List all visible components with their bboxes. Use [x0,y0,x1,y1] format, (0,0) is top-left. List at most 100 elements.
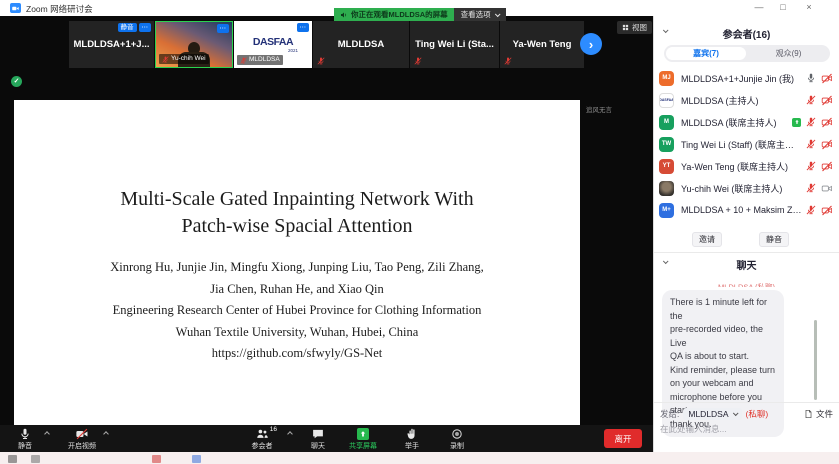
chat-message-input[interactable] [660,424,832,434]
camera-off-icon[interactable] [821,161,833,172]
chat-sender-partial: MLDLDSA (私聊) [684,281,809,287]
mute-options-chevron[interactable] [44,431,50,437]
tab-panelists[interactable]: 嘉宾(7) [666,47,746,60]
mic-off-icon [414,57,422,65]
chat-scrollbar[interactable] [814,320,817,400]
video-tile-self[interactable]: MLDLDSA+1+J... 静音 ⋯ [69,21,154,68]
shared-slide: Multi-Scale Gated Inpainting Network Wit… [14,100,580,425]
more-options-icon[interactable]: ⋯ [217,24,230,33]
leave-button[interactable]: 离开 [604,429,642,448]
camera-off-icon[interactable] [821,73,833,84]
participants-panel: 参会者(16) 嘉宾(7) 观众(9) MJ MLDLDSA+1+Junjie … [653,16,839,452]
chat-button[interactable]: 聊天 [311,428,325,451]
view-options-button[interactable]: 查看选项 [454,8,506,21]
watermark-text: 追风无言 [586,104,612,114]
mic-off-icon[interactable] [806,161,816,171]
participants-header: 参会者(16) [654,26,839,41]
camera-off-icon[interactable] [821,205,833,216]
avatar: M+ [659,203,674,218]
chat-input-area: 发给: MLDLDSA (私聊) 文件 [654,402,839,434]
participant-row[interactable]: M+ MLDLDSA + 10 + Maksim Zhuravs... [654,199,839,221]
participant-row[interactable]: Yu-chih Wei (联席主持人) [654,177,839,199]
panel-divider [654,252,839,253]
record-icon [451,428,463,440]
mic-off-icon[interactable] [806,95,816,105]
taskbar-icon[interactable] [152,455,161,463]
chevron-down-icon [495,11,501,17]
watching-indicator: 你正在观看MLDLDSA的屏幕 [334,8,454,21]
mic-off-icon[interactable] [806,139,816,149]
mic-off-icon[interactable] [806,117,816,127]
mic-on-icon[interactable] [806,73,816,83]
avatar: TW [659,137,674,152]
participant-row[interactable]: YT Ya-Wen Teng (联席主持人) [654,155,839,177]
record-button[interactable]: 录制 [450,428,464,451]
video-tile-yu-chih-wei[interactable]: ⋯ Yu-chih Wei [155,21,233,68]
raise-hand-button[interactable]: 举手 [405,428,419,451]
tile-name-chip: Yu-chih Wei [159,54,209,64]
minimize-button[interactable]: — [752,2,766,12]
mute-badge[interactable]: 静音 [118,23,137,32]
camera-on-icon[interactable] [821,183,833,194]
tile-name-chip: MLDLDSA [237,55,283,65]
zoom-window: Zoom 网络研讨会 — □ × 你正在观看MLDLDSA的屏幕 查看选项 ML… [0,0,839,464]
zoom-app-icon [10,3,21,13]
file-button[interactable]: 文件 [804,408,833,420]
control-toolbar: 静音 开启视频 16 参会者 聊天 共享屏幕 [0,425,653,452]
next-page-arrow-button[interactable]: › [580,33,602,55]
mute-button-panel[interactable]: 静音 [759,232,789,247]
mic-icon [19,428,31,440]
share-screen-button[interactable]: 共享屏幕 [349,428,377,451]
more-options-icon[interactable]: ⋯ [139,23,152,32]
chat-header: 聊天 [654,257,839,272]
video-tile-mldldsa[interactable]: MLDLDSA [313,21,409,68]
paper-title: Multi-Scale Gated Inpainting Network Wit… [14,186,580,240]
encryption-shield-icon[interactable]: ✓ [11,76,22,87]
speaker-icon [340,11,348,19]
maximize-button[interactable]: □ [776,2,790,12]
start-video-button[interactable]: 开启视频 [68,428,96,451]
camera-off-icon[interactable] [821,95,833,106]
participant-row[interactable]: MJ MLDLDSA+1+Junjie Jin (我) [654,67,839,89]
send-to-label: 发给: [660,408,679,420]
video-tile-ting-wei-li[interactable]: Ting Wei Li (Sta... [410,21,499,68]
chevron-down-icon [732,410,738,416]
video-tile-ya-wen-teng[interactable]: Ya-Wen Teng [500,21,584,68]
private-chat-label: (私聊) [746,408,769,420]
avatar [659,181,674,196]
camera-off-icon[interactable] [821,139,833,150]
taskbar-icon[interactable] [192,455,201,463]
view-layout-button[interactable]: 视图 [617,21,652,34]
mic-off-icon[interactable] [806,183,816,193]
video-options-chevron[interactable] [103,431,109,437]
mic-off-icon [504,57,512,65]
participants-button[interactable]: 16 参会者 [252,428,273,451]
send-to-dropdown[interactable]: MLDLDSA [683,408,741,420]
participant-row[interactable]: DASFAA MLDLDSA (主持人) [654,89,839,111]
participant-row[interactable]: TW Ting Wei Li (Staff) (联席主持人) [654,133,839,155]
close-button[interactable]: × [802,2,816,12]
participants-tabs: 嘉宾(7) 观众(9) [664,45,830,62]
video-tile-dasfaa[interactable]: DASFAA 2021 ⋯ MLDLDSA [234,21,312,68]
more-options-icon[interactable]: ⋯ [297,23,310,32]
watching-text: 你正在观看MLDLDSA的屏幕 [351,9,448,20]
participants-count: 16 [270,426,277,433]
hand-icon [406,428,418,440]
participants-options-chevron[interactable] [287,431,293,437]
camera-off-icon[interactable] [821,117,833,128]
avatar: M [659,115,674,130]
participant-row[interactable]: M MLDLDSA (联席主持人) [654,111,839,133]
camera-off-icon [76,428,88,440]
taskbar-icon[interactable] [8,455,17,463]
grid-icon [622,24,629,31]
window-title: Zoom 网络研讨会 [26,3,93,15]
tab-attendees[interactable]: 观众(9) [747,45,830,62]
mic-off-icon [162,56,169,63]
chat-bubble-icon [312,428,324,440]
taskbar-icon[interactable] [31,455,40,463]
mic-off-icon [317,57,325,65]
mic-off-icon[interactable] [806,205,816,215]
mute-button[interactable]: 静音 [18,428,32,451]
invite-button[interactable]: 邀请 [692,232,722,247]
participants-icon: 16 [256,428,268,440]
